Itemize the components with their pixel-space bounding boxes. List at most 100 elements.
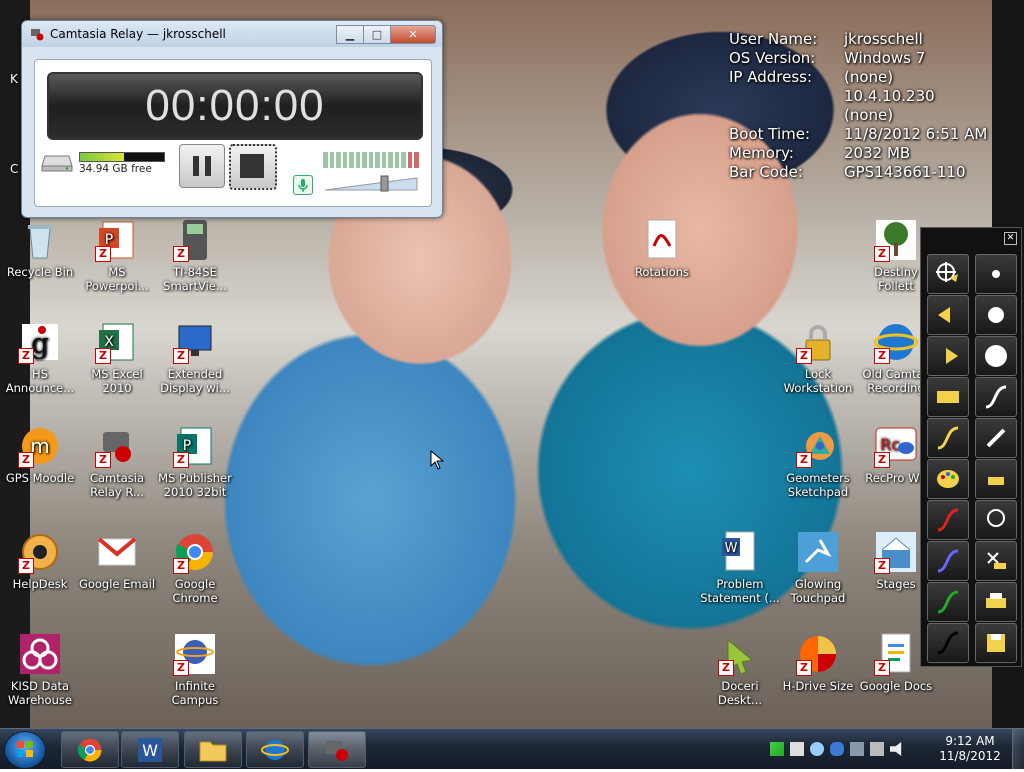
desktop-icon-h-drive-size[interactable]: Z H-Drive Size xyxy=(778,632,858,693)
desktop-icon-google-email[interactable]: Google Email xyxy=(77,530,157,591)
taskbar-chrome-button[interactable] xyxy=(61,731,119,768)
lifebuoy-icon: Z xyxy=(18,530,62,574)
desktop-icon-label: Glowing Touchpad xyxy=(790,577,846,605)
print-button[interactable] xyxy=(975,582,1017,622)
keyboard-button[interactable] xyxy=(927,377,969,417)
desktop-icon-label: TI-84SE SmartVie... xyxy=(163,265,227,293)
publisher-icon: P Z xyxy=(173,424,217,468)
camtasia-relay-window[interactable]: Camtasia Relay — jkrosschell ▁ □ ✕ 00:00… xyxy=(21,20,443,218)
sysinfo-row: Bar Code: GPS143661-110 xyxy=(729,163,987,182)
desktop-icon-ms-excel[interactable]: X Z MS Excel 2010 xyxy=(77,320,157,395)
volume-icon[interactable] xyxy=(890,742,902,756)
sysinfo-row: IP Address: (none) xyxy=(729,68,987,87)
black-pen-button[interactable] xyxy=(927,623,969,663)
lasso-button[interactable] xyxy=(975,500,1017,540)
folder-icon xyxy=(199,741,227,761)
toolbar-close-button[interactable]: ✕ xyxy=(1004,232,1017,245)
desktop-icon-infinite-campus[interactable]: Z Infinite Campus xyxy=(155,632,235,707)
save-button[interactable] xyxy=(975,623,1017,663)
eraser-icon xyxy=(988,477,1004,485)
close-button[interactable]: ✕ xyxy=(390,24,436,44)
small-dot-button[interactable] xyxy=(975,254,1017,294)
desktop-icon-ms-powerpoint[interactable]: P Z MS Powerpoi... xyxy=(77,218,157,293)
tray-flag-icon[interactable] xyxy=(770,742,784,756)
minimize-button[interactable]: ▁ xyxy=(336,24,364,44)
pause-icon xyxy=(193,156,211,176)
sysinfo-label: User Name: xyxy=(729,30,818,48)
network-icon[interactable] xyxy=(870,742,884,756)
relay-panel: 00:00:00 34.94 GB free xyxy=(34,59,432,207)
back-button[interactable] xyxy=(927,295,969,335)
window-titlebar[interactable]: Camtasia Relay — jkrosschell ▁ □ ✕ xyxy=(22,21,442,47)
desktop-icon-kisd-data-warehouse[interactable]: KISD Data Warehouse xyxy=(0,632,80,707)
highlighter-button[interactable] xyxy=(975,418,1017,458)
desktop-icon-ti84-smartview[interactable]: Z TI-84SE SmartVie... xyxy=(155,218,235,293)
taskbar-word-button[interactable]: W xyxy=(121,731,179,768)
desktop-icon-recycle-bin[interactable]: Recycle Bin xyxy=(0,218,80,279)
sysinfo-value: 10.4.10.230 xyxy=(844,87,935,105)
volume-slider[interactable] xyxy=(323,172,419,192)
taskbar-explorer-button[interactable] xyxy=(184,731,242,768)
display-icon: Z xyxy=(173,320,217,364)
forward-button[interactable] xyxy=(927,336,969,376)
desktop-icon-helpdesk[interactable]: Z HelpDesk xyxy=(0,530,80,591)
taskbar-ie-button[interactable] xyxy=(246,731,304,768)
floppy-disk-icon xyxy=(987,634,1005,652)
desktop-icon-label: Recycle Bin xyxy=(6,265,74,279)
desktop-icon-ms-publisher[interactable]: P Z MS Publisher 2010 32bit xyxy=(155,424,235,499)
show-desktop-button[interactable] xyxy=(1012,729,1024,769)
pen-stroke-icon xyxy=(937,631,959,655)
microphone-button[interactable] xyxy=(293,175,313,195)
desktop-icon-doceri[interactable]: Z Doceri Deskt... xyxy=(700,632,780,707)
pause-button[interactable] xyxy=(179,144,225,188)
stop-icon xyxy=(240,154,264,178)
microphone-icon xyxy=(298,179,308,192)
tray-action-center-icon[interactable] xyxy=(790,742,804,756)
desktop-icon-label: Problem Statement (... xyxy=(700,577,780,605)
desktop-icon-hs-announcements[interactable]: g Z HS Announce... xyxy=(0,320,80,395)
desktop-icon-problem-statement[interactable]: W Problem Statement (... xyxy=(700,530,780,605)
sketchpad-icon: Z xyxy=(796,424,840,468)
bluetooth-icon[interactable] xyxy=(830,742,844,756)
medium-dot-button[interactable] xyxy=(975,295,1017,335)
camtasia-relay-icon: Z xyxy=(95,424,139,468)
yellow-pen-button[interactable] xyxy=(927,418,969,458)
docs-icon: Z xyxy=(874,632,918,676)
pen-stroke-icon xyxy=(985,385,1007,409)
stop-button[interactable] xyxy=(229,144,277,190)
start-button[interactable] xyxy=(4,731,46,769)
sysinfo-label: IP Address: xyxy=(729,68,813,86)
palette-button[interactable] xyxy=(927,459,969,499)
tray-update-icon[interactable] xyxy=(810,742,824,756)
recycle-bin-icon xyxy=(18,218,62,262)
maximize-button[interactable]: □ xyxy=(363,24,391,44)
eraser-button[interactable] xyxy=(975,459,1017,499)
taskbar-clock[interactable]: 9:12 AM 11/8/2012 xyxy=(930,734,1010,764)
desktop-icon-geometers-sketchpad[interactable]: Z Geometers Sketchpad xyxy=(778,424,858,499)
z-badge-icon: Z xyxy=(796,660,812,676)
desktop-icon-rotations[interactable]: Rotations xyxy=(622,218,702,279)
clear-button[interactable] xyxy=(975,541,1017,581)
desktop-icon-glowing-touchpad[interactable]: Glowing Touchpad xyxy=(778,530,858,605)
sysinfo-value: GPS143661-110 xyxy=(844,163,966,181)
desktop-icon-google-chrome[interactable]: Z Google Chrome xyxy=(155,530,235,605)
warehouse-icon xyxy=(18,632,62,676)
audio-level-meter xyxy=(323,152,419,168)
large-dot-button[interactable] xyxy=(975,336,1017,376)
cursor-tool-button[interactable] xyxy=(927,254,969,294)
desktop-icon-lock-workstation[interactable]: Z Lock Workstation xyxy=(778,320,858,395)
desktop-icon-camtasia-relay[interactable]: Z Camtasia Relay R... xyxy=(77,424,157,499)
desktop-icon-extended-display[interactable]: Z Extended Display wi... xyxy=(155,320,235,395)
desktop-icon-gps-moodle[interactable]: m Z GPS Moodle xyxy=(0,424,80,485)
desktop-icon-label: Google Email xyxy=(78,577,156,591)
infinite-campus-icon: Z xyxy=(173,632,217,676)
desktop-icon-label: H-Drive Size xyxy=(782,679,854,693)
display-icon[interactable] xyxy=(850,742,864,756)
red-pen-button[interactable] xyxy=(927,500,969,540)
white-pen-button[interactable] xyxy=(975,377,1017,417)
taskbar-camtasia-button[interactable] xyxy=(308,731,366,768)
blue-pen-button[interactable] xyxy=(927,541,969,581)
sysinfo-label: Memory: xyxy=(729,144,794,162)
z-badge-icon: Z xyxy=(718,660,734,676)
green-pen-button[interactable] xyxy=(927,582,969,622)
